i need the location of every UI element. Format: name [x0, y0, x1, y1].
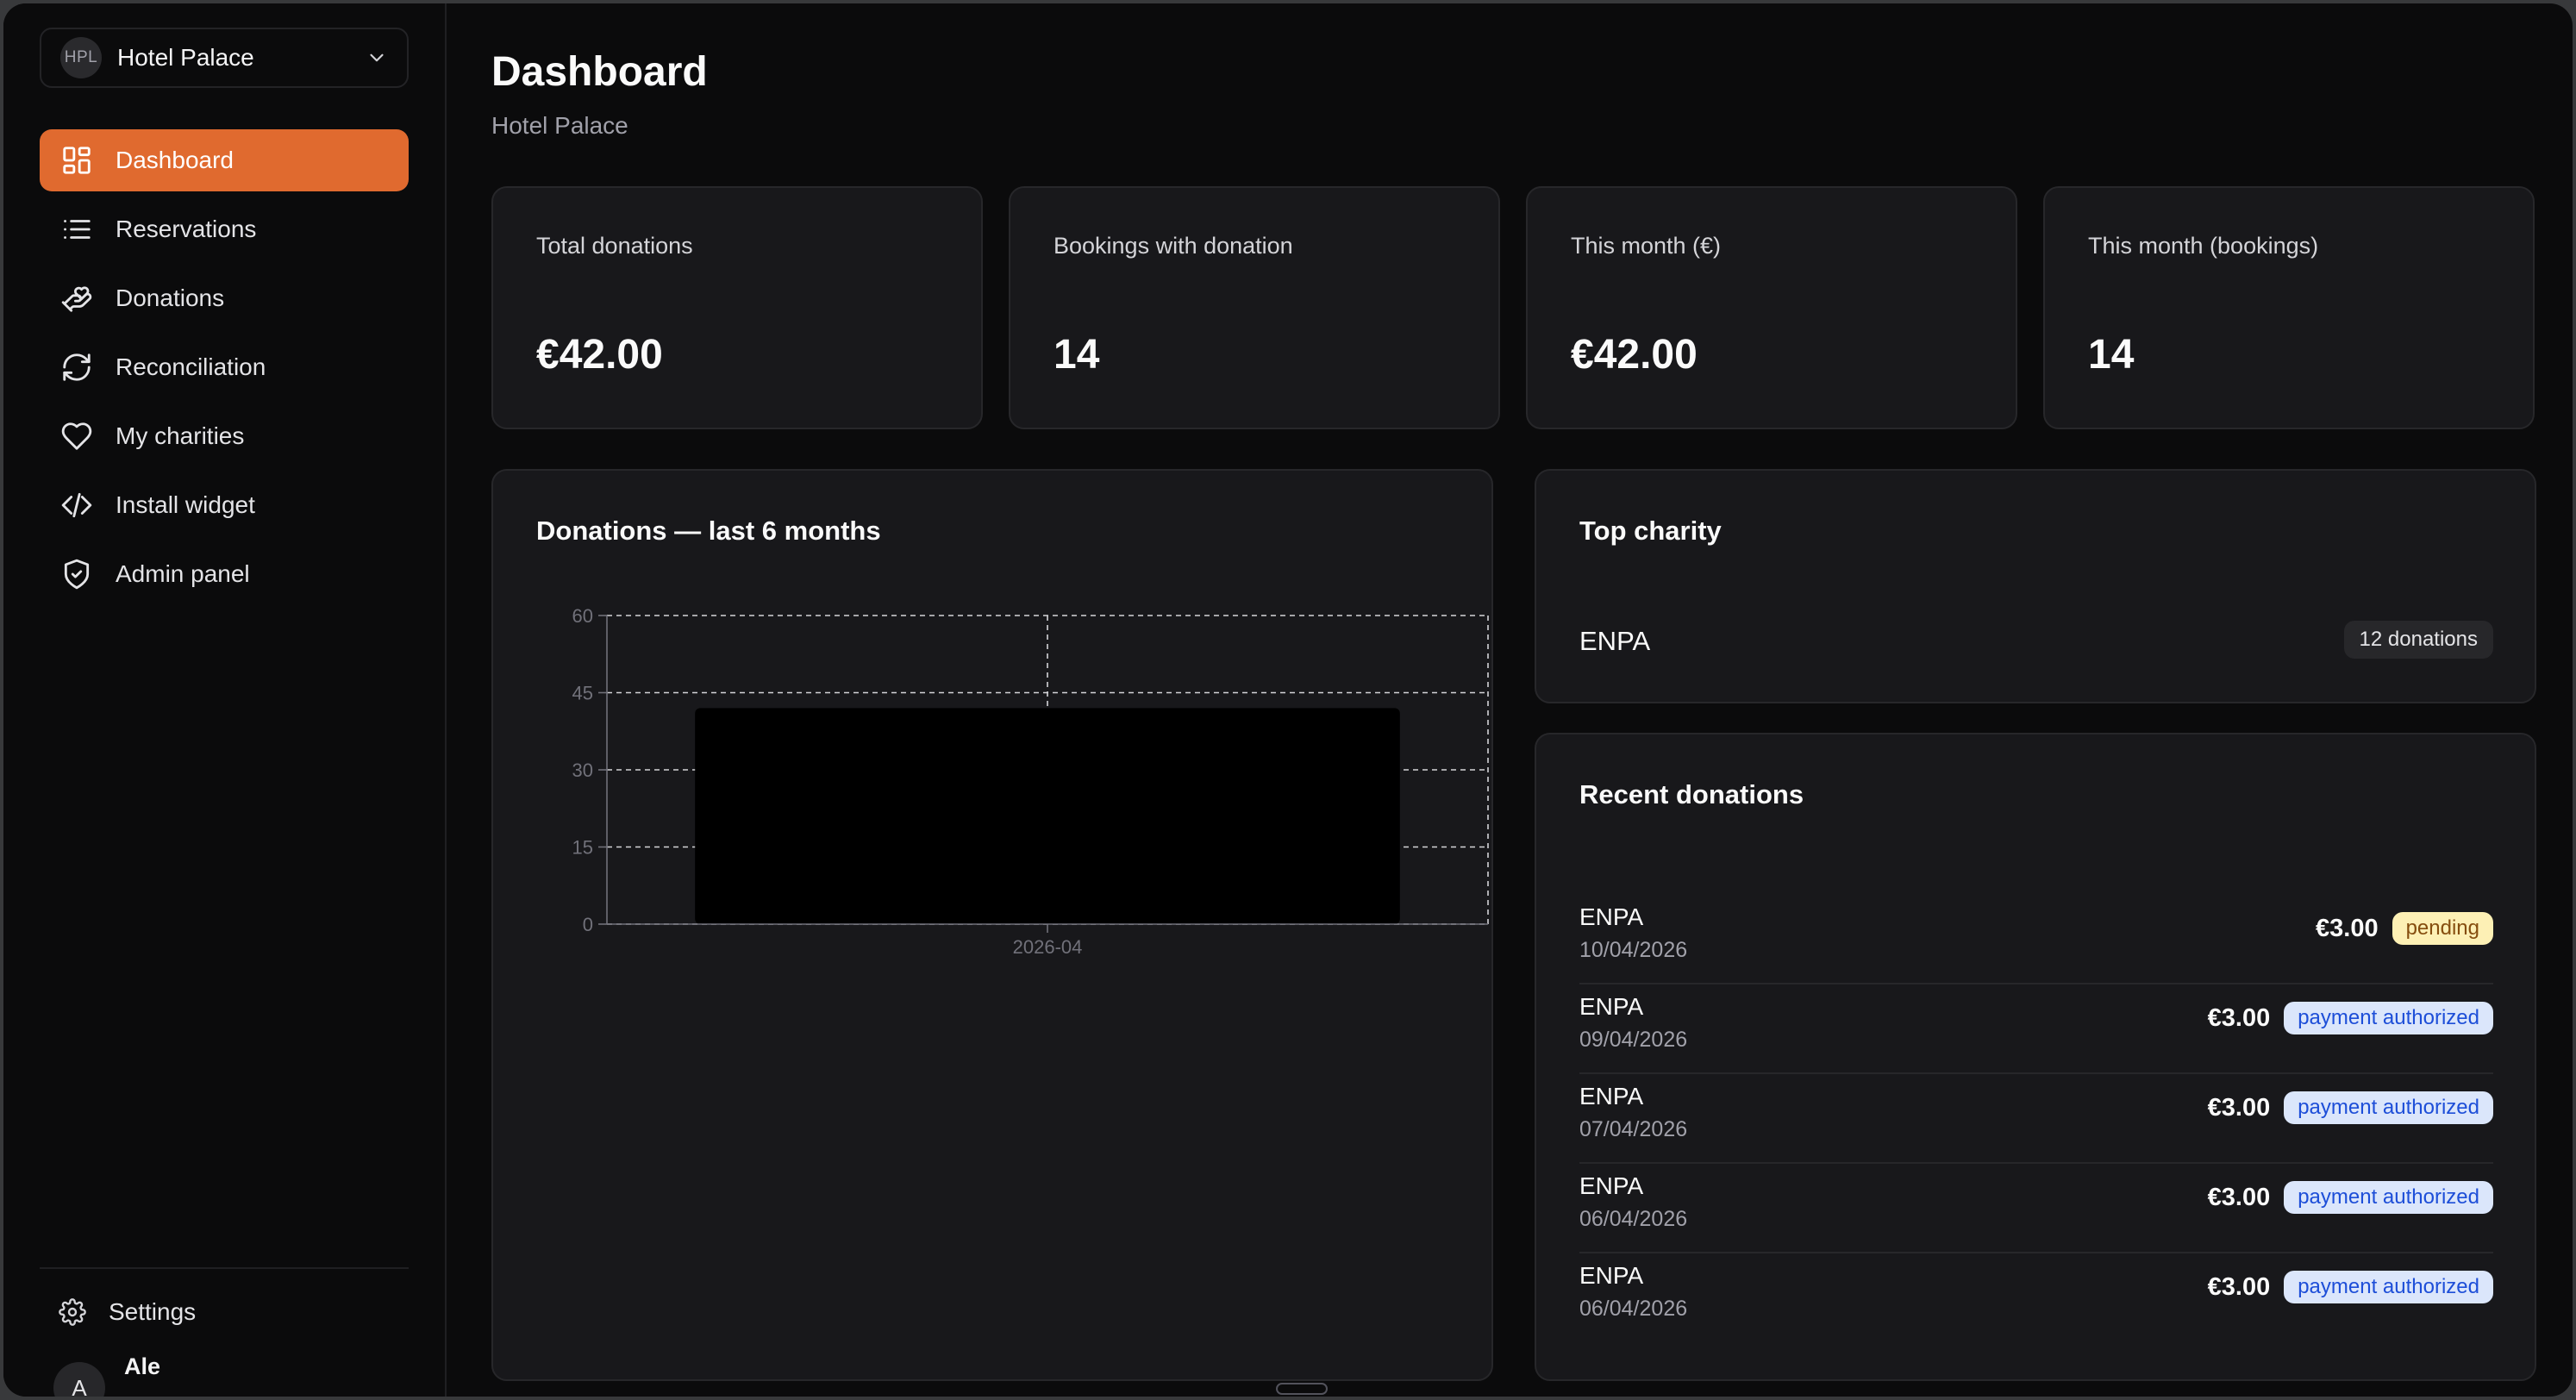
heart-icon — [60, 420, 93, 453]
sidebar-divider — [40, 1267, 409, 1269]
stat-card-total-donations: Total donations €42.00 — [491, 186, 983, 429]
stat-label: This month (bookings) — [2088, 233, 2319, 259]
donation-charity: ENPA — [1579, 993, 1644, 1020]
status-badge: payment authorized — [2284, 1002, 2493, 1034]
stat-value: 14 — [1054, 332, 1100, 378]
chevron-down-icon — [370, 53, 384, 62]
recent-donations-card: Recent donations ENPA 10/04/2026 €3.00 p… — [1535, 733, 2536, 1381]
stat-value: 14 — [2088, 332, 2135, 378]
sidebar-item-label: Reconciliation — [116, 353, 266, 380]
page-subtitle: Hotel Palace — [491, 112, 628, 139]
gear-icon — [59, 1298, 86, 1326]
shield-check-icon — [60, 558, 93, 591]
recent-donations-title: Recent donations — [1579, 779, 1804, 809]
donation-amount: €3.00 — [2207, 1183, 2271, 1211]
scroll-handle[interactable] — [1276, 1383, 1328, 1395]
main-content: Dashboard Hotel Palace Total donations €… — [447, 3, 2573, 1397]
donations-chart-card: Donations — last 6 months 0 15 30 45 60 2026-… — [491, 469, 1493, 1381]
code-icon — [60, 489, 93, 522]
page-title: Dashboard — [491, 49, 708, 95]
hotel-avatar: HPL — [60, 37, 102, 78]
sidebar-item-reservations[interactable]: Reservations — [40, 198, 409, 260]
donation-date: 10/04/2026 — [1579, 938, 1688, 962]
donation-charity: ENPA — [1579, 1172, 1644, 1199]
sidebar-item-label: Admin panel — [116, 560, 250, 587]
y-tick-label: 15 — [572, 837, 593, 859]
list-item[interactable]: ENPA 07/04/2026 €3.00 payment authorized — [1579, 1074, 2493, 1164]
sidebar-nav: Dashboard Reservations Donations Reconci… — [40, 129, 409, 612]
stat-value: €42.00 — [1571, 332, 1698, 378]
recent-donations-list: ENPA 10/04/2026 €3.00 pending ENPA 09/04… — [1579, 895, 2493, 1343]
avatar: A — [53, 1362, 105, 1397]
status-badge: payment authorized — [2284, 1091, 2493, 1124]
list-item[interactable]: ENPA 06/04/2026 €3.00 payment authorized — [1579, 1164, 2493, 1253]
donation-count-badge: 12 donations — [2343, 621, 2493, 659]
settings-label: Settings — [109, 1298, 197, 1325]
stat-card-bookings-with-donation: Bookings with donation 14 — [1009, 186, 1500, 429]
top-charity-card: Top charity ENPA 12 donations — [1535, 469, 2536, 703]
refresh-icon — [60, 351, 93, 384]
app-window: HPL Hotel Palace Dashboard Reservations — [3, 3, 2573, 1397]
stat-value: €42.00 — [536, 332, 663, 378]
sidebar: HPL Hotel Palace Dashboard Reservations — [3, 3, 447, 1397]
stat-card-this-month-euro: This month (€) €42.00 — [1526, 186, 2017, 429]
sidebar-item-label: Dashboard — [116, 147, 234, 173]
sidebar-item-label: My charities — [116, 422, 245, 449]
user-name: Ale — [124, 1353, 161, 1379]
stat-label: Total donations — [536, 233, 693, 259]
top-charity-title: Top charity — [1579, 516, 1722, 546]
donation-amount: €3.00 — [2207, 1272, 2271, 1301]
donations-bar-chart: 0 15 30 45 60 2026-04 — [572, 605, 1489, 958]
sidebar-item-my-charities[interactable]: My charities — [40, 405, 409, 467]
donation-amount: €3.00 — [2207, 1003, 2271, 1032]
y-tick-label: 30 — [572, 759, 593, 781]
dashboard-icon — [60, 144, 93, 177]
list-icon — [60, 213, 93, 246]
settings-link[interactable]: Settings — [59, 1298, 196, 1326]
user-menu[interactable]: A Ale — [53, 1353, 160, 1397]
sidebar-item-donations[interactable]: Donations — [40, 267, 409, 329]
hand-heart-icon — [60, 282, 93, 315]
top-charity-name: ENPA — [1579, 626, 1651, 656]
donation-date: 07/04/2026 — [1579, 1117, 1688, 1141]
donation-charity: ENPA — [1579, 1083, 1644, 1109]
sidebar-item-admin-panel[interactable]: Admin panel — [40, 543, 409, 605]
sidebar-item-label: Reservations — [116, 216, 257, 242]
y-tick-label: 45 — [572, 683, 593, 704]
y-tick-label: 60 — [572, 605, 593, 627]
sidebar-item-label: Donations — [116, 284, 225, 311]
stat-label: This month (€) — [1571, 233, 1722, 259]
sidebar-item-install-widget[interactable]: Install widget — [40, 474, 409, 536]
hotel-switcher[interactable]: HPL Hotel Palace — [40, 28, 409, 88]
chart-bar — [695, 708, 1400, 924]
donation-amount: €3.00 — [2207, 1093, 2271, 1122]
hotel-name: Hotel Palace — [117, 44, 254, 71]
donation-charity: ENPA — [1579, 903, 1644, 930]
x-tick-label: 2026-04 — [1013, 936, 1083, 958]
sidebar-item-dashboard[interactable]: Dashboard — [40, 129, 409, 191]
donation-amount: €3.00 — [2316, 914, 2379, 942]
stat-card-this-month-bookings: This month (bookings) 14 — [2043, 186, 2535, 429]
status-badge: pending — [2392, 912, 2493, 945]
sidebar-item-reconciliation[interactable]: Reconciliation — [40, 336, 409, 398]
list-item[interactable]: ENPA 09/04/2026 €3.00 payment authorized — [1579, 984, 2493, 1074]
status-badge: payment authorized — [2284, 1271, 2493, 1303]
donation-date: 09/04/2026 — [1579, 1028, 1688, 1052]
donation-date: 06/04/2026 — [1579, 1207, 1688, 1231]
status-badge: payment authorized — [2284, 1181, 2493, 1214]
stat-label: Bookings with donation — [1054, 233, 1293, 259]
sidebar-item-label: Install widget — [116, 491, 255, 518]
y-tick-label: 0 — [583, 914, 593, 935]
list-item[interactable]: ENPA 10/04/2026 €3.00 pending — [1579, 895, 2493, 984]
list-item[interactable]: ENPA 06/04/2026 €3.00 payment authorized — [1579, 1253, 2493, 1343]
donation-date: 06/04/2026 — [1579, 1297, 1688, 1321]
donation-charity: ENPA — [1579, 1262, 1644, 1289]
